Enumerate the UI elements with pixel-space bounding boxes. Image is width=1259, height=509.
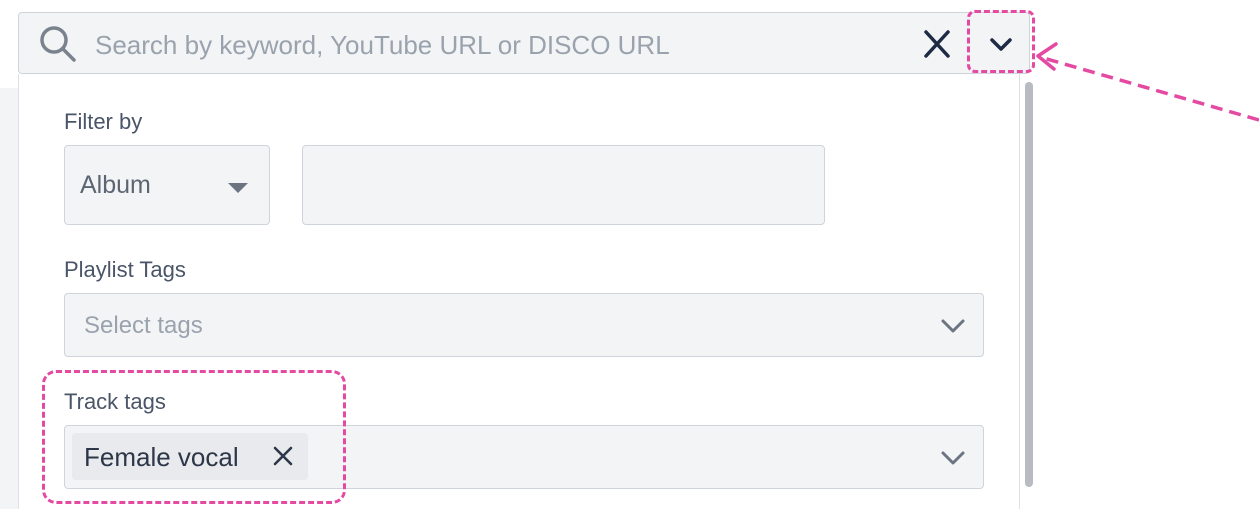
clear-search-button[interactable] [917, 27, 957, 63]
track-tags-highlight-annotation [42, 370, 346, 504]
annotation-arrow [1036, 42, 1259, 122]
playlist-tags-placeholder: Select tags [84, 312, 203, 339]
search-bar [18, 12, 1030, 74]
playlist-tags-select[interactable]: Select tags [64, 293, 984, 357]
playlist-tags-label: Playlist Tags [64, 257, 186, 282]
search-input[interactable] [93, 23, 917, 67]
close-icon [924, 30, 950, 58]
chevron-down-icon [941, 451, 965, 465]
filter-by-select-value: Album [80, 171, 151, 199]
search-icon [40, 26, 76, 62]
filter-by-select[interactable]: Album [64, 145, 270, 225]
filter-by-label: Filter by [64, 109, 143, 134]
panel-scrollbar-thumb[interactable] [1025, 82, 1033, 487]
filter-value-input[interactable] [302, 145, 825, 225]
caret-down-icon [228, 183, 248, 193]
toggle-highlight-annotation [967, 10, 1035, 73]
chevron-down-icon [941, 319, 965, 333]
page-background [0, 88, 18, 509]
